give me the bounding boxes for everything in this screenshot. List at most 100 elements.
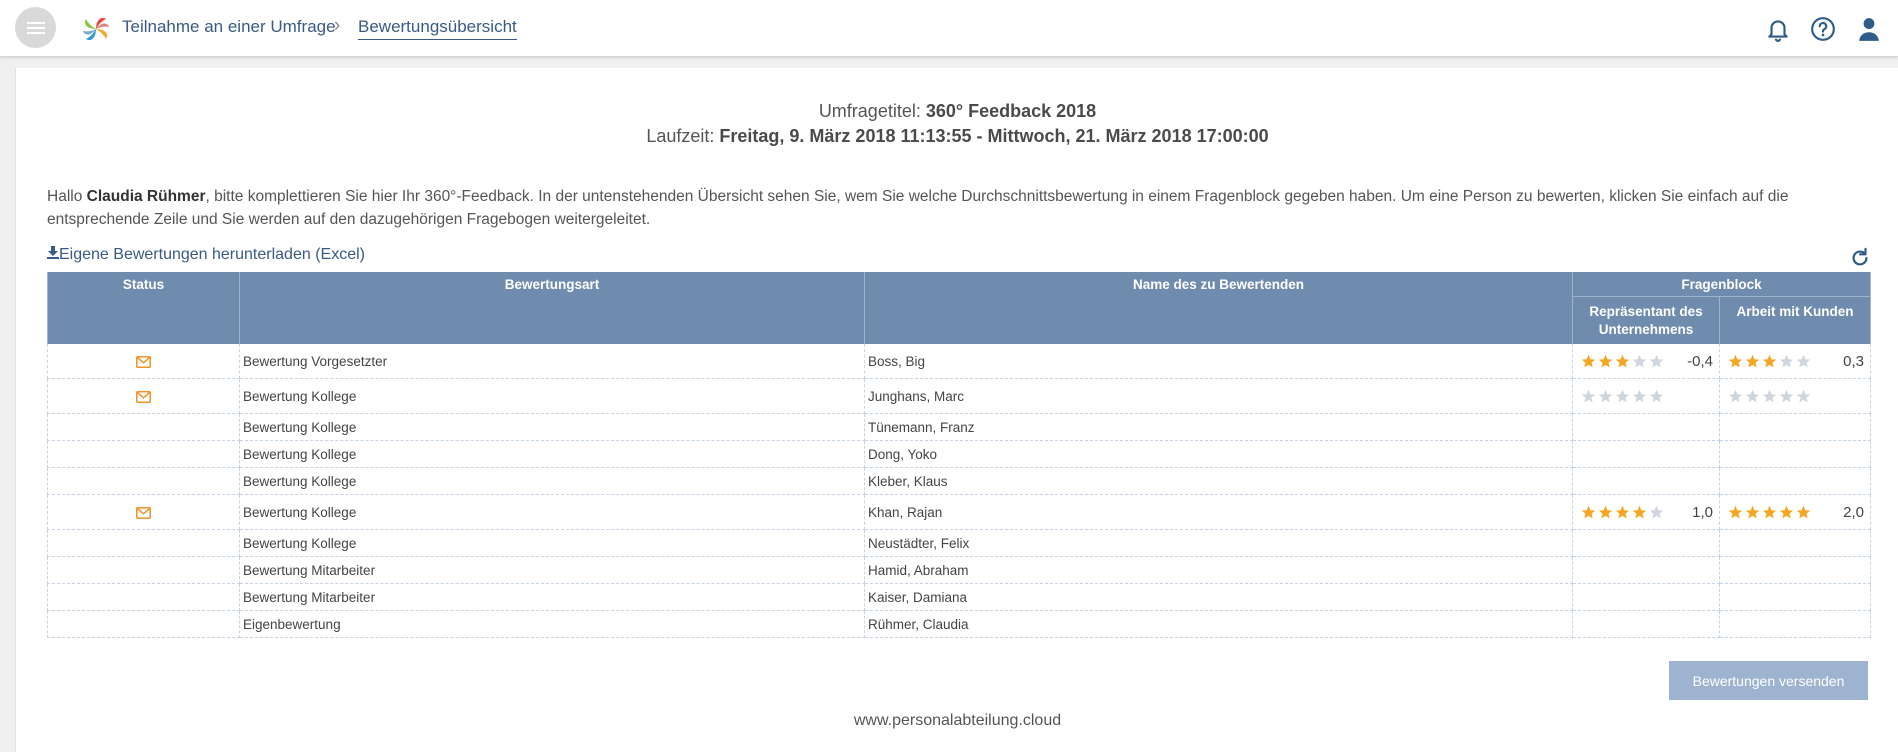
status-cell — [47, 467, 240, 495]
person-name-cell: Hamid, Abraham — [864, 556, 1573, 584]
status-cell — [47, 583, 240, 611]
block-representative-cell — [1572, 583, 1720, 611]
col-header-rating-type: Bewertungsart — [239, 272, 865, 344]
survey-runtime: Laufzeit: Freitag, 9. März 2018 11:13:55… — [646, 126, 1269, 146]
block-customers-cell — [1719, 440, 1871, 468]
block-representative-cell: 1,0 — [1572, 494, 1720, 530]
person-name-cell: Kaiser, Damiana — [864, 583, 1573, 611]
download-icon — [47, 246, 59, 259]
table-row[interactable]: Bewertung Kollege Neustädter, Felix — [47, 529, 1871, 557]
star-icon — [1649, 505, 1664, 518]
star-rating — [1581, 389, 1664, 404]
table-row[interactable]: Bewertung Vorgesetzter Boss, Big -0,4 0,3 — [47, 344, 1871, 379]
block-customers-cell — [1719, 583, 1871, 611]
table-row[interactable]: Bewertung Kollege Dong, Yoko — [47, 440, 1871, 468]
rating-type-cell: Bewertung Kollege — [239, 494, 865, 530]
star-icon — [1762, 354, 1777, 367]
block-customers-cell — [1719, 467, 1871, 495]
star-rating — [1728, 505, 1811, 520]
status-cell — [47, 413, 240, 441]
table-row[interactable]: Bewertung Kollege Junghans, Marc — [47, 378, 1871, 414]
block-representative-cell — [1572, 556, 1720, 584]
person-name-cell: Rühmer, Claudia — [864, 610, 1573, 638]
block-customers-cell — [1719, 610, 1871, 638]
bell-icon[interactable] — [1765, 16, 1791, 42]
block-representative-cell — [1572, 529, 1720, 557]
rating-value: 2,0 — [1843, 503, 1864, 521]
envelope-icon[interactable] — [136, 506, 151, 519]
top-bar: Teilnahme an einer Umfrage › Bewertungsü… — [0, 0, 1898, 57]
table-row[interactable]: Bewertung Kollege Kleber, Klaus — [47, 467, 1871, 495]
envelope-icon[interactable] — [136, 355, 151, 368]
table-row[interactable]: Bewertung Mitarbeiter Kaiser, Damiana — [47, 583, 1871, 611]
user-icon[interactable] — [1856, 16, 1882, 42]
envelope-icon[interactable] — [136, 390, 151, 403]
rating-table: Status Bewertungsart Name des zu Bewerte… — [47, 272, 1871, 638]
star-rating — [1728, 354, 1811, 369]
star-icon — [1779, 389, 1794, 402]
breadcrumb-rating-overview[interactable]: Bewertungsübersicht — [358, 17, 517, 40]
block-representative-cell — [1572, 610, 1720, 638]
person-name-cell: Kleber, Klaus — [864, 467, 1573, 495]
rating-type-cell: Bewertung Kollege — [239, 440, 865, 468]
company-logo-icon — [83, 17, 109, 41]
star-icon — [1762, 505, 1777, 518]
rating-type-cell: Bewertung Kollege — [239, 413, 865, 441]
table-row[interactable]: Bewertung Kollege Khan, Rajan 1,0 2,0 — [47, 494, 1871, 530]
star-icon — [1745, 389, 1760, 402]
block-customers-cell — [1719, 413, 1871, 441]
star-icon — [1762, 389, 1777, 402]
star-icon — [1796, 389, 1811, 402]
star-icon — [1796, 505, 1811, 518]
main-panel: Umfragetitel: 360° Feedback 2018 Laufzei… — [15, 68, 1898, 752]
table-row[interactable]: Bewertung Mitarbeiter Hamid, Abraham — [47, 556, 1871, 584]
star-icon — [1728, 354, 1743, 367]
block-representative-cell: -0,4 — [1572, 344, 1720, 379]
block-customers-cell — [1719, 378, 1871, 414]
status-cell — [47, 610, 240, 638]
block-representative-cell — [1572, 467, 1720, 495]
status-cell — [47, 440, 240, 468]
block-representative-cell — [1572, 440, 1720, 468]
breadcrumb-survey-participation[interactable]: Teilnahme an einer Umfrage — [122, 17, 336, 37]
survey-title: Umfragetitel: 360° Feedback 2018 — [818, 101, 1097, 121]
star-icon — [1632, 505, 1647, 518]
footer-url: www.personalabteilung.cloud — [853, 712, 1062, 729]
star-icon — [1632, 389, 1647, 402]
col-header-question-block: Fragenblock — [1572, 272, 1871, 297]
table-row[interactable]: Bewertung Kollege Tünemann, Franz — [47, 413, 1871, 441]
star-icon — [1598, 389, 1613, 402]
rating-type-cell: Bewertung Kollege — [239, 378, 865, 414]
person-name-cell: Boss, Big — [864, 344, 1573, 379]
block-customers-cell — [1719, 529, 1871, 557]
star-icon — [1745, 354, 1760, 367]
col-header-block-customers: Arbeit mit Kunden — [1719, 296, 1871, 344]
send-ratings-button[interactable]: Bewertungen versenden — [1669, 661, 1868, 700]
block-representative-cell — [1572, 378, 1720, 414]
star-icon — [1728, 389, 1743, 402]
star-icon — [1779, 505, 1794, 518]
star-icon — [1745, 505, 1760, 518]
star-rating — [1581, 505, 1664, 520]
hamburger-menu-button[interactable] — [15, 7, 56, 48]
star-icon — [1728, 505, 1743, 518]
rating-type-cell: Eigenbewertung — [239, 610, 865, 638]
table-row[interactable]: Eigenbewertung Rühmer, Claudia — [47, 610, 1871, 638]
status-cell — [47, 556, 240, 584]
rating-type-cell: Bewertung Vorgesetzter — [239, 344, 865, 379]
status-cell — [47, 378, 240, 414]
rating-type-cell: Bewertung Kollege — [239, 467, 865, 495]
star-icon — [1581, 389, 1596, 402]
rating-type-cell: Bewertung Kollege — [239, 529, 865, 557]
refresh-icon[interactable] — [1849, 247, 1871, 269]
help-icon[interactable] — [1810, 16, 1836, 42]
block-customers-cell: 0,3 — [1719, 344, 1871, 379]
star-icon — [1615, 505, 1630, 518]
rating-value: 1,0 — [1692, 503, 1713, 521]
intro-text: Hallo Claudia Rühmer, bitte komplettiere… — [47, 188, 1789, 228]
download-excel-link[interactable]: Eigene Bewertungen herunterladen (Excel) — [47, 246, 365, 264]
status-cell — [47, 344, 240, 379]
status-cell — [47, 494, 240, 530]
star-icon — [1796, 354, 1811, 367]
col-header-status: Status — [47, 272, 240, 344]
